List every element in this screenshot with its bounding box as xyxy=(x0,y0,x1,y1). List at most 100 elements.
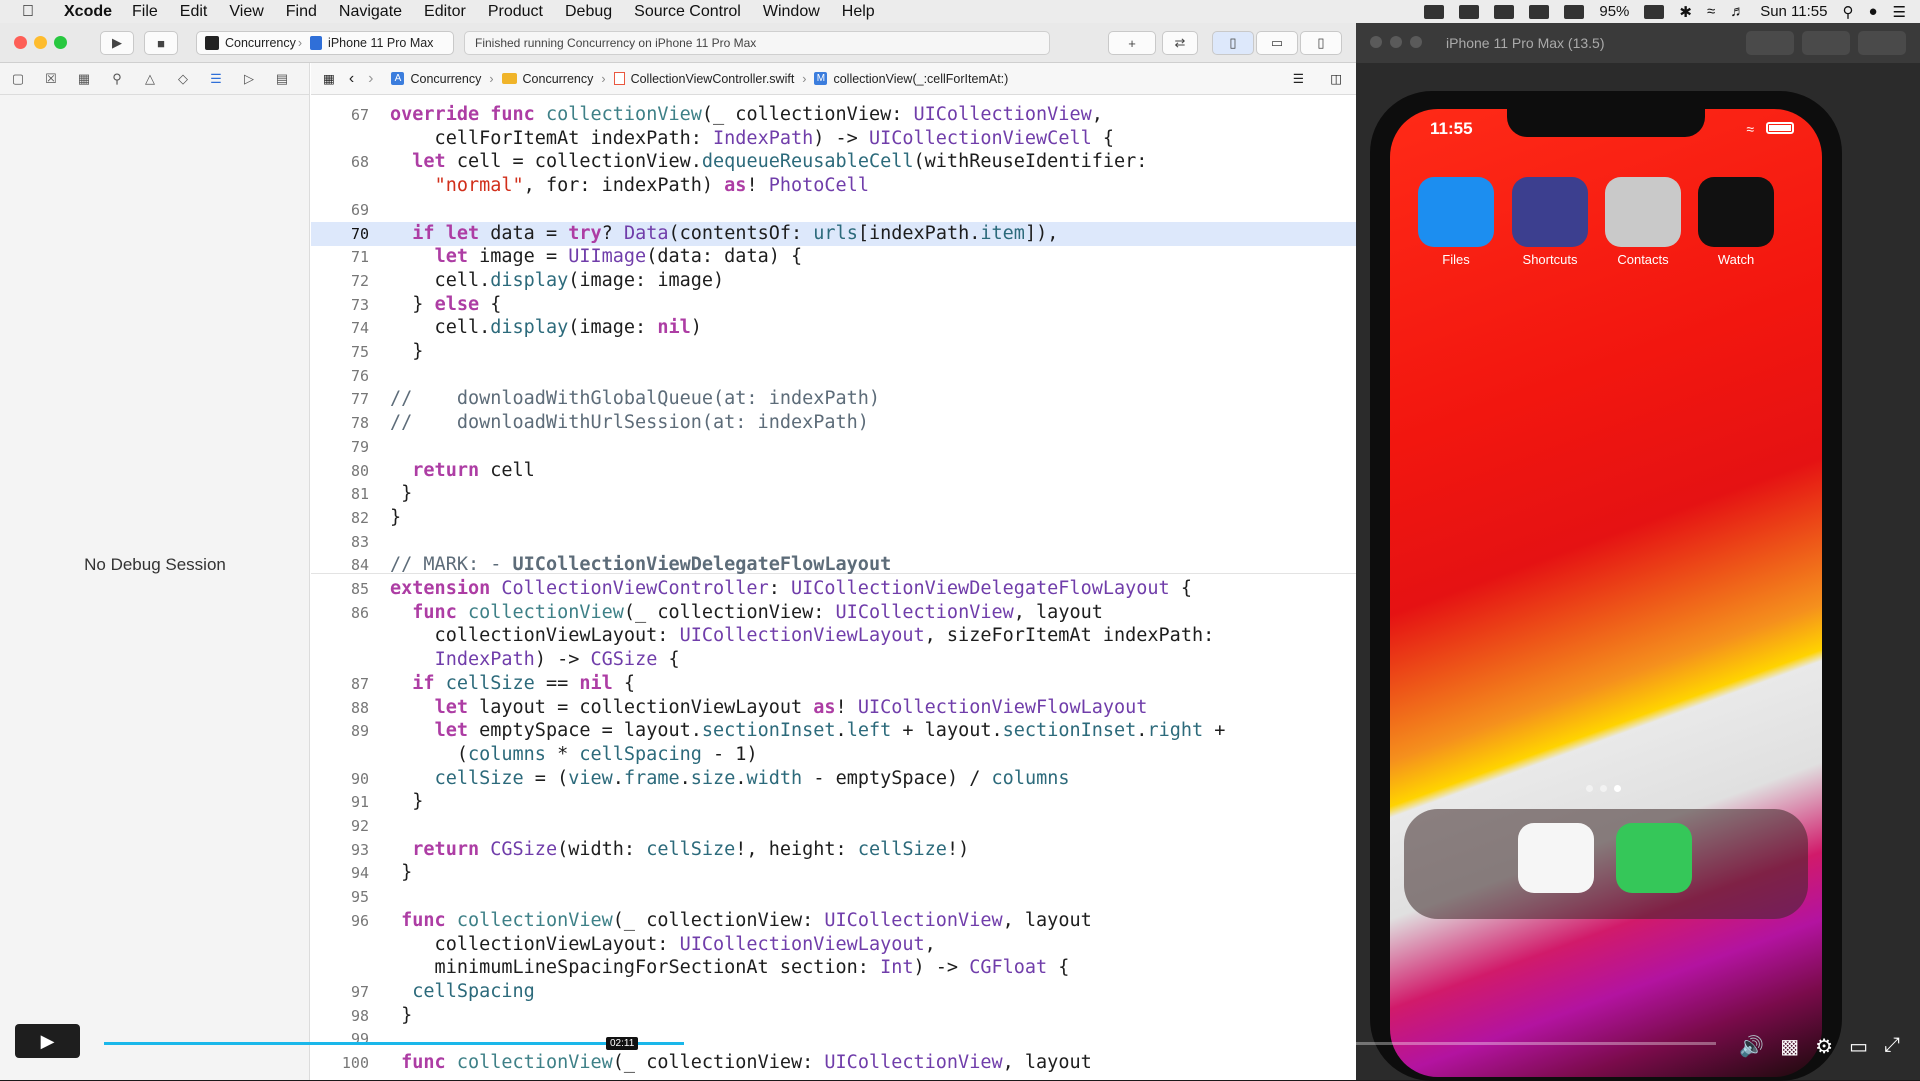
crumb-method[interactable]: McollectionView(_:cellForItemAt:) xyxy=(814,72,1008,86)
fullscreen-icon[interactable]: ⤢ xyxy=(1884,1034,1900,1059)
debug-icon[interactable]: ☰ xyxy=(208,71,224,87)
code-line[interactable]: 88 let layout = collectionViewLayout as!… xyxy=(311,696,1356,720)
wifi-icon[interactable]: ≈ xyxy=(1707,3,1715,20)
breakpoint-icon[interactable]: ▷ xyxy=(241,71,257,87)
menu-edit[interactable]: Edit xyxy=(180,3,208,21)
code-line[interactable]: 69 xyxy=(311,198,1356,222)
sim-close-button[interactable] xyxy=(1370,36,1382,48)
close-window-button[interactable] xyxy=(14,36,27,49)
menu-source-control[interactable]: Source Control xyxy=(634,3,741,21)
app-menu[interactable]: Xcode xyxy=(64,3,112,21)
code-line[interactable]: 72 cell.display(image: image) xyxy=(311,269,1356,293)
minimize-window-button[interactable] xyxy=(34,36,47,49)
apple-menu-icon[interactable]:  xyxy=(22,3,50,21)
seek-bar[interactable]: 02:11 xyxy=(104,1037,1716,1050)
code-line[interactable]: 93 return CGSize(width: cellSize!, heigh… xyxy=(311,838,1356,862)
app-contacts[interactable]: Contacts xyxy=(1603,177,1683,267)
code-line[interactable]: IndexPath) -> CGSize { xyxy=(311,648,1356,672)
scheme-selector[interactable]: Concurrency › iPhone 11 Pro Max xyxy=(196,31,454,55)
code-line[interactable]: 81 } xyxy=(311,482,1356,506)
issue-icon[interactable]: △ xyxy=(142,71,158,87)
spotlight-icon[interactable]: ⚲ xyxy=(1842,3,1853,21)
toggle-debug-area-button[interactable]: ▭ xyxy=(1256,31,1298,55)
menu-window[interactable]: Window xyxy=(763,3,820,21)
play-button[interactable]: ▶ xyxy=(15,1024,80,1058)
code-line[interactable]: 95 xyxy=(311,885,1356,909)
code-line[interactable]: collectionViewLayout: UICollectionViewLa… xyxy=(311,624,1356,648)
crumb-file[interactable]: CollectionViewController.swift xyxy=(613,72,794,86)
volume-icon[interactable]: ♬ xyxy=(1730,3,1745,20)
code-line[interactable]: 90 cellSize = (view.frame.size.width - e… xyxy=(311,767,1356,791)
pip-icon[interactable]: ▭ xyxy=(1849,1034,1868,1059)
dropbox-icon[interactable] xyxy=(1459,4,1480,19)
report-icon[interactable]: ▤ xyxy=(274,71,290,87)
zoom-window-button[interactable] xyxy=(54,36,67,49)
code-line[interactable]: collectionViewLayout: UICollectionViewLa… xyxy=(311,933,1356,957)
settings-gear-icon[interactable]: ⚙ xyxy=(1815,1034,1833,1059)
sim-minimize-button[interactable] xyxy=(1390,36,1402,48)
editor-options-icon[interactable]: ☰ xyxy=(1293,71,1304,86)
code-line[interactable]: 91 } xyxy=(311,790,1356,814)
code-line[interactable]: "normal", for: indexPath) as! PhotoCell xyxy=(311,174,1356,198)
menu-view[interactable]: View xyxy=(229,3,263,21)
code-line[interactable]: 87 if cellSize == nil { xyxy=(311,672,1356,696)
add-editor-icon[interactable]: ◫ xyxy=(1330,71,1342,86)
volume-icon[interactable]: 🔊 xyxy=(1739,1034,1764,1059)
app-watch[interactable]: Watch xyxy=(1696,177,1776,267)
messages-icon[interactable] xyxy=(1616,823,1692,893)
sim-zoom-button[interactable] xyxy=(1410,36,1422,48)
code-line[interactable]: 68 let cell = collectionView.dequeueReus… xyxy=(311,150,1356,174)
airplay-icon[interactable] xyxy=(1564,4,1585,19)
code-line[interactable]: cellForItemAt indexPath: IndexPath) -> U… xyxy=(311,127,1356,151)
menu-file[interactable]: File xyxy=(132,3,158,21)
screen-record-icon[interactable] xyxy=(1424,4,1445,19)
code-review-button[interactable]: ⇄ xyxy=(1162,31,1198,55)
code-line[interactable]: 78 // downloadWithUrlSession(at: indexPat… xyxy=(311,411,1356,435)
menu-find[interactable]: Find xyxy=(286,3,317,21)
code-line[interactable]: 85 extension CollectionViewController: UI… xyxy=(311,577,1356,601)
code-line[interactable]: 86 func collectionView(_ collectionView:… xyxy=(311,601,1356,625)
folder-icon[interactable]: ▢ xyxy=(10,71,26,87)
menu-navigate[interactable]: Navigate xyxy=(339,3,402,21)
bluetooth-icon[interactable]: ✱ xyxy=(1679,3,1692,21)
home-screen[interactable]: 11:55 ≈ Files Shortcuts Contacts Watch xyxy=(1390,109,1822,1077)
forward-icon[interactable]: › xyxy=(368,70,373,88)
battery-icon[interactable] xyxy=(1644,4,1665,19)
rotate-button[interactable] xyxy=(1858,31,1906,55)
toggle-navigator-button[interactable]: ▯ xyxy=(1212,31,1254,55)
code-line[interactable]: 84 // MARK: - UICollectionViewDelegateFlo… xyxy=(311,553,1356,577)
code-line[interactable]: 76 xyxy=(311,364,1356,388)
code-line[interactable]: 70 if let data = try? Data(contentsOf: u… xyxy=(311,221,1356,246)
code-line[interactable]: 96 func collectionView(_ collectionView:… xyxy=(311,909,1356,933)
menu-product[interactable]: Product xyxy=(488,3,543,21)
code-line[interactable]: 71 let image = UIImage(data: data) { xyxy=(311,245,1356,269)
library-button[interactable]: + xyxy=(1108,31,1156,55)
code-line[interactable]: 97 cellSpacing xyxy=(311,980,1356,1004)
symbol-icon[interactable]: ▦ xyxy=(76,71,92,87)
code-line[interactable]: minimumLineSpacingForSectionAt section: … xyxy=(311,956,1356,980)
code-line[interactable]: 73 } else { xyxy=(311,293,1356,317)
display-icon[interactable] xyxy=(1529,4,1550,19)
code-line[interactable]: 80 return cell xyxy=(311,459,1356,483)
screenshot-button[interactable] xyxy=(1746,31,1794,55)
stop-button[interactable]: ■ xyxy=(144,31,178,55)
siri-icon[interactable]: ● xyxy=(1868,3,1877,20)
crumb-group[interactable]: Concurrency xyxy=(501,72,593,86)
code-line[interactable]: 67 override func collectionView(_ collect… xyxy=(311,103,1356,127)
code-line[interactable]: 74 cell.display(image: nil) xyxy=(311,316,1356,340)
run-button[interactable]: ▶ xyxy=(100,31,134,55)
source-editor[interactable]: 67 override func collectionView(_ collect… xyxy=(311,95,1356,1080)
menubar-clock[interactable]: Sun 11:55 xyxy=(1760,3,1827,20)
code-line[interactable]: 79 xyxy=(311,435,1356,459)
crumb-project[interactable]: A Concurrency xyxy=(391,72,481,86)
captions-icon[interactable]: ▩ xyxy=(1780,1034,1799,1059)
home-button[interactable] xyxy=(1802,31,1850,55)
page-indicator[interactable] xyxy=(1586,785,1621,792)
app-files[interactable]: Files xyxy=(1416,177,1496,267)
related-items-icon[interactable]: ▦ xyxy=(323,71,335,86)
stack-icon[interactable] xyxy=(1494,4,1515,19)
code-line[interactable]: 94 } xyxy=(311,861,1356,885)
back-icon[interactable]: ‹ xyxy=(349,70,354,88)
safari-icon[interactable] xyxy=(1518,823,1594,893)
code-line[interactable]: 83 xyxy=(311,530,1356,554)
